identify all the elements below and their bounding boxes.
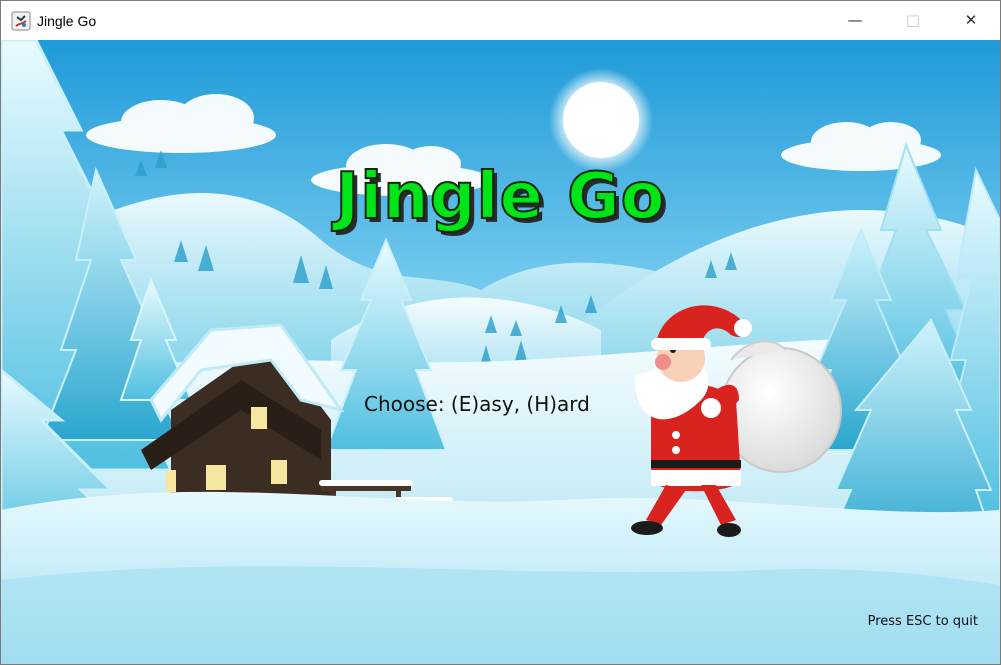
santa-character [631,305,842,537]
title-bar[interactable]: Jingle Go — □ ✕ [1,1,1000,40]
quit-hint: Press ESC to quit [867,614,978,629]
close-button[interactable]: ✕ [942,1,1000,40]
app-window: Jingle Go — □ ✕ Jingle Go Choose: (E)asy… [0,0,1001,665]
window-title: Jingle Go [37,12,97,29]
java-app-icon [11,11,31,30]
window-controls: — □ ✕ [826,1,1000,40]
close-icon: ✕ [964,11,978,29]
game-title: Jingle Go [334,159,666,235]
game-canvas[interactable]: Jingle Go Choose: (E)asy, (H)ard Press E… [1,40,1000,664]
difficulty-prompt: Choose: (E)asy, (H)ard [364,392,590,416]
minimize-icon: — [847,11,863,29]
minimize-button[interactable]: — [826,1,884,40]
maximize-icon: □ [905,11,921,29]
maximize-button[interactable]: □ [884,1,942,40]
